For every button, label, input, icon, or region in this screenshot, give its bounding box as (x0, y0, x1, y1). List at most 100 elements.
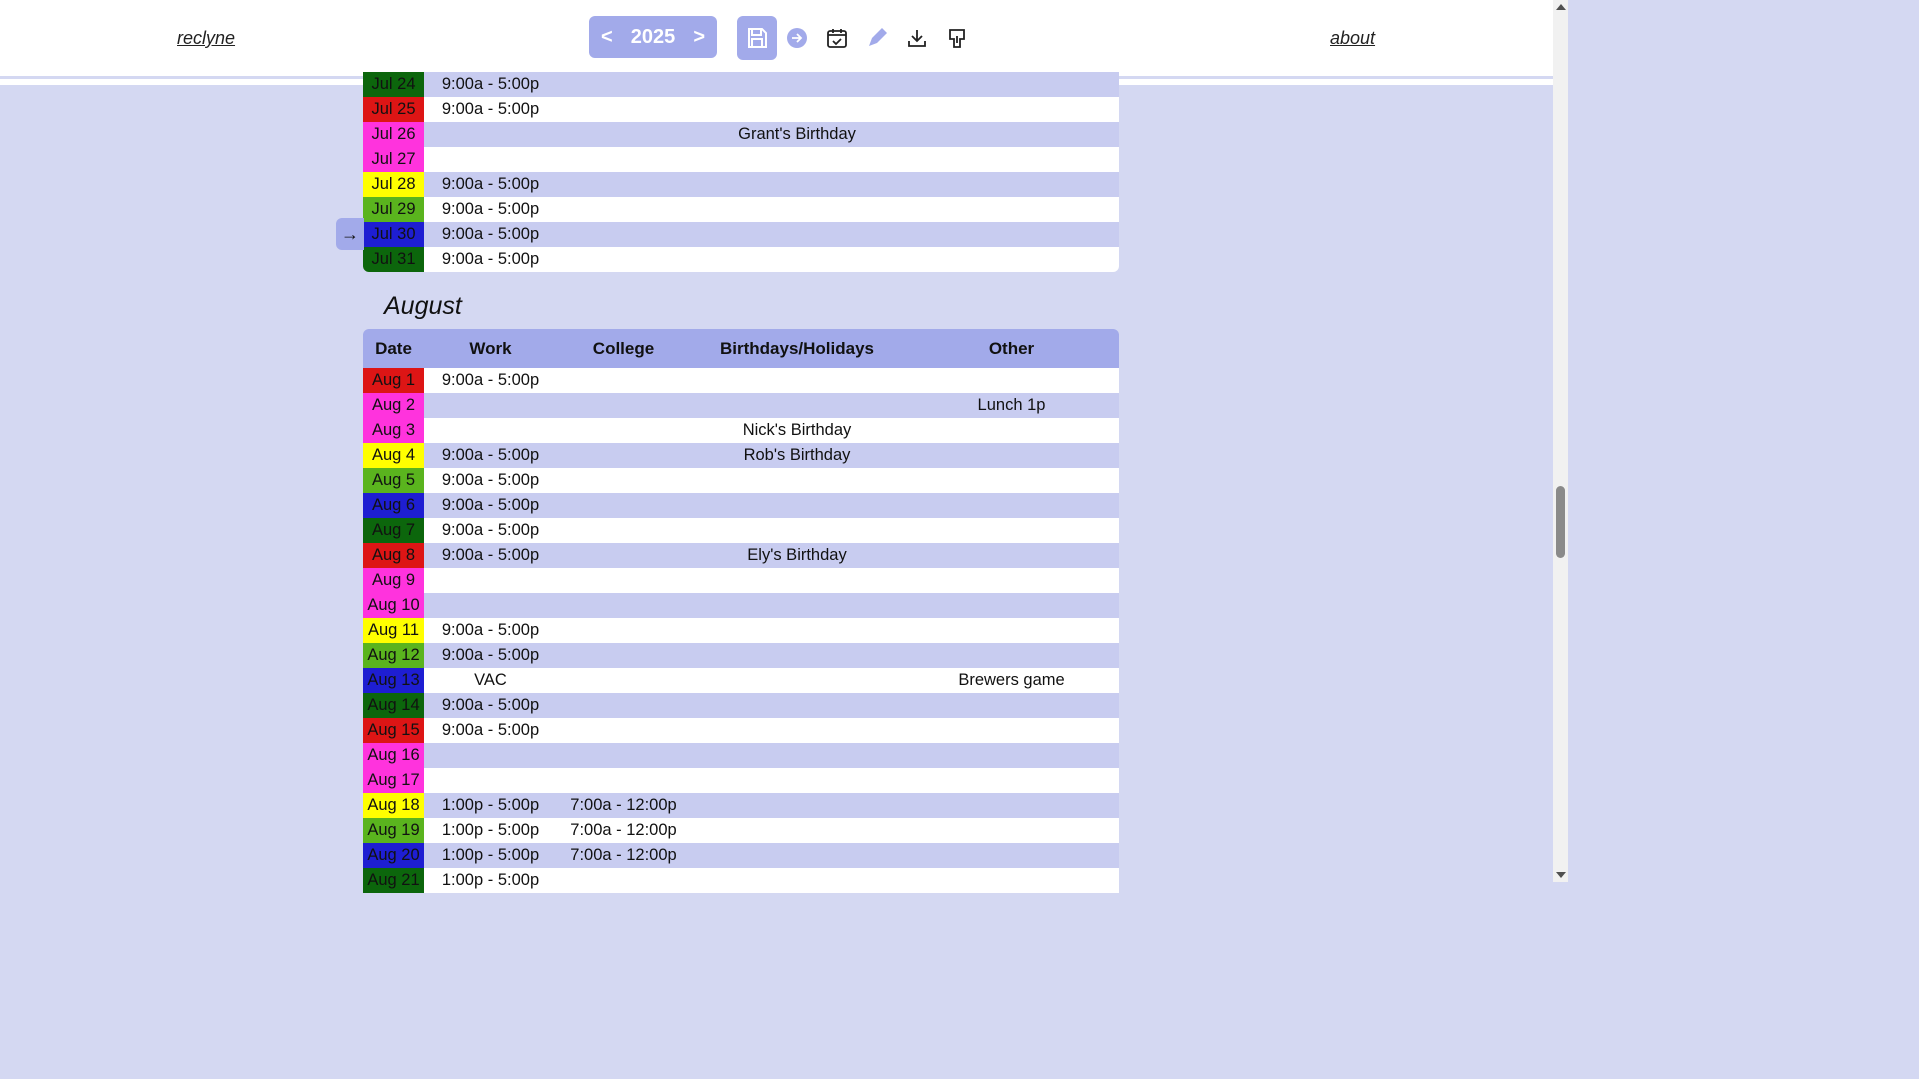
edit-button[interactable] (857, 18, 897, 58)
date-cell: Aug 10 (363, 593, 424, 618)
work-cell[interactable]: VAC (424, 671, 557, 690)
calendar-button[interactable] (817, 18, 857, 58)
table-row: Aug 3 Nick's Birthday (363, 418, 1119, 443)
work-cell[interactable]: 9:00a - 5:00p (424, 175, 557, 194)
table-row: Aug 18 1:00p - 5:00p 7:00a - 12:00p (363, 793, 1119, 818)
work-cell[interactable]: 9:00a - 5:00p (424, 250, 557, 269)
table-row: Aug 4 9:00a - 5:00p Rob's Birthday (363, 443, 1119, 468)
date-cell: Aug 13 (363, 668, 424, 693)
july-table: Jul 24 9:00a - 5:00p Jul 25 9:00a - 5:00… (363, 72, 1119, 272)
birthday-cell[interactable]: Ely's Birthday (690, 546, 904, 565)
work-cell[interactable]: 9:00a - 5:00p (424, 100, 557, 119)
date-cell: Aug 7 (363, 518, 424, 543)
date-cell: Aug 6 (363, 493, 424, 518)
download-button[interactable] (897, 18, 937, 58)
export-icon (949, 29, 965, 48)
scrollbar[interactable] (1553, 0, 1568, 882)
table-row: Aug 13 VAC Brewers game (363, 668, 1119, 693)
table-row: Aug 12 9:00a - 5:00p (363, 643, 1119, 668)
work-cell[interactable]: 9:00a - 5:00p (424, 721, 557, 740)
month-title: August (384, 292, 462, 320)
date-cell: Aug 11 (363, 618, 424, 643)
scroll-thumb[interactable] (1556, 486, 1565, 558)
work-cell[interactable]: 9:00a - 5:00p (424, 200, 557, 219)
date-cell: Jul 27 (363, 147, 424, 172)
table-row: Jul 29 9:00a - 5:00p (363, 197, 1119, 222)
column-college: College (592, 338, 655, 358)
brand-link[interactable]: reclyne (177, 28, 235, 49)
college-cell[interactable]: 7:00a - 12:00p (557, 821, 690, 840)
work-cell[interactable]: 9:00a - 5:00p (424, 225, 557, 244)
date-cell: Aug 1 (363, 368, 424, 393)
today-arrow-icon: → (336, 218, 364, 250)
date-cell: Jul 29 (363, 197, 424, 222)
work-cell[interactable]: 1:00p - 5:00p (424, 796, 557, 815)
save-icon (748, 28, 767, 48)
date-cell: Jul 25 (363, 97, 424, 122)
table-row: Aug 14 9:00a - 5:00p (363, 693, 1119, 718)
date-cell: Jul 24 (363, 72, 424, 97)
save-button[interactable] (737, 16, 777, 60)
work-cell[interactable]: 9:00a - 5:00p (424, 696, 557, 715)
about-link[interactable]: about (1330, 28, 1375, 49)
birthday-cell[interactable]: Grant's Birthday (690, 125, 904, 144)
work-cell[interactable]: 9:00a - 5:00p (424, 621, 557, 640)
work-cell[interactable]: 9:00a - 5:00p (424, 471, 557, 490)
table-row: Aug 7 9:00a - 5:00p (363, 518, 1119, 543)
date-cell: Jul 30 (363, 222, 424, 247)
scroll-down-icon[interactable] (1556, 872, 1566, 878)
column-other: Other (988, 338, 1035, 358)
other-cell[interactable]: Brewers game (904, 671, 1119, 690)
go-today-icon (787, 28, 807, 48)
work-cell[interactable]: 1:00p - 5:00p (424, 821, 557, 840)
work-cell[interactable]: 9:00a - 5:00p (424, 496, 557, 515)
college-cell[interactable]: 7:00a - 12:00p (557, 796, 690, 815)
other-cell[interactable]: Lunch 1p (904, 396, 1119, 415)
table-row: Aug 2 Lunch 1p (363, 393, 1119, 418)
pencil-icon (869, 28, 887, 46)
work-cell[interactable]: 9:00a - 5:00p (424, 521, 557, 540)
date-cell: Jul 31 (363, 247, 424, 272)
work-cell[interactable]: 9:00a - 5:00p (424, 75, 557, 94)
table-row: Aug 20 1:00p - 5:00p 7:00a - 12:00p (363, 843, 1119, 868)
date-cell: Aug 5 (363, 468, 424, 493)
date-cell: Jul 26 (363, 122, 424, 147)
table-row: Jul 26 Grant's Birthday (363, 122, 1119, 147)
table-row: Aug 9 (363, 568, 1119, 593)
top-bar: reclyne < 2025 > about (0, 0, 1553, 76)
work-cell[interactable]: 1:00p - 5:00p (424, 846, 557, 865)
date-cell: Aug 18 (363, 793, 424, 818)
export-button[interactable] (937, 18, 977, 58)
work-cell[interactable]: 9:00a - 5:00p (424, 546, 557, 565)
work-cell[interactable]: 9:00a - 5:00p (424, 646, 557, 665)
next-year-button[interactable]: > (693, 26, 705, 49)
work-cell[interactable]: 1:00p - 5:00p (424, 871, 557, 890)
table-row: Aug 8 9:00a - 5:00p Ely's Birthday (363, 543, 1119, 568)
go-today-button[interactable] (777, 18, 817, 58)
download-icon (908, 30, 926, 47)
table-row: Aug 6 9:00a - 5:00p (363, 493, 1119, 518)
prev-year-button[interactable]: < (601, 26, 613, 49)
date-cell: Aug 4 (363, 443, 424, 468)
work-cell[interactable]: 9:00a - 5:00p (424, 371, 557, 390)
year-label: 2025 (630, 25, 676, 48)
table-header: Date Work College Birthdays/Holidays Oth… (363, 329, 1119, 368)
table-row: Jul 28 9:00a - 5:00p (363, 172, 1119, 197)
date-cell: Aug 12 (363, 643, 424, 668)
column-birthdays: Birthdays/Holidays (720, 338, 874, 358)
birthday-cell[interactable]: Nick's Birthday (690, 421, 904, 440)
table-row: Aug 16 (363, 743, 1119, 768)
work-cell[interactable]: 9:00a - 5:00p (424, 446, 557, 465)
table-row: Jul 31 9:00a - 5:00p (363, 247, 1119, 272)
date-cell: Aug 8 (363, 543, 424, 568)
date-cell: Aug 16 (363, 743, 424, 768)
college-cell[interactable]: 7:00a - 12:00p (557, 846, 690, 865)
birthday-cell[interactable]: Rob's Birthday (690, 446, 904, 465)
table-row: Aug 19 1:00p - 5:00p 7:00a - 12:00p (363, 818, 1119, 843)
calendar-check-icon (827, 29, 847, 48)
table-row: Aug 11 9:00a - 5:00p (363, 618, 1119, 643)
table-row: Aug 21 1:00p - 5:00p (363, 868, 1119, 893)
table-row-today: Jul 30 9:00a - 5:00p (363, 222, 1119, 247)
scroll-up-icon[interactable] (1556, 4, 1566, 10)
table-row: Jul 24 9:00a - 5:00p (363, 72, 1119, 97)
